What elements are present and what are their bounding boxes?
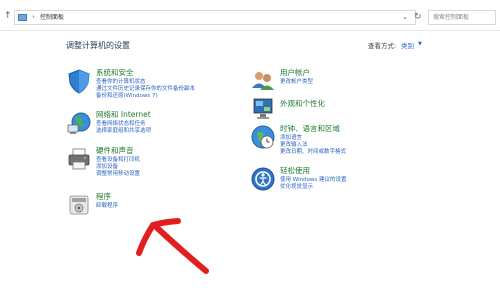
users-icon[interactable] bbox=[250, 68, 276, 94]
category-link[interactable]: 更改帐户类型 bbox=[280, 79, 313, 86]
category-title[interactable]: 系统和安全 bbox=[96, 68, 134, 77]
network-icon[interactable] bbox=[66, 110, 92, 136]
shield-icon[interactable] bbox=[66, 68, 92, 94]
breadcrumb-separator: › bbox=[32, 13, 35, 21]
category-title[interactable]: 网络和 Internet bbox=[96, 110, 151, 119]
category-title[interactable]: 时钟、语言和区域 bbox=[280, 124, 340, 133]
programs-icon[interactable] bbox=[66, 192, 92, 218]
category-link[interactable]: 更改日期、时间或数字格式 bbox=[280, 149, 346, 156]
category-link[interactable]: 优化视觉显示 bbox=[280, 184, 313, 191]
search-placeholder: 搜索控制面板 bbox=[433, 14, 470, 21]
category-title[interactable]: 外观和个性化 bbox=[280, 99, 325, 108]
view-by-label: 查看方式: bbox=[368, 42, 397, 50]
search-input[interactable]: 搜索控制面板 bbox=[428, 10, 496, 25]
category-link[interactable]: 查看你的计算机状态 bbox=[96, 79, 146, 86]
category-link[interactable]: 通过文件历史记录保存你的文件备份副本 bbox=[96, 86, 195, 93]
control-panel-icon bbox=[18, 14, 27, 21]
category-link[interactable]: 备份和还原(Windows 7) bbox=[96, 93, 158, 100]
category-link[interactable]: 调整常用移动设置 bbox=[96, 171, 140, 178]
view-by-dropdown[interactable]: 类别 bbox=[401, 40, 414, 50]
address-box[interactable]: › 控制面板 bbox=[14, 10, 416, 25]
category-title[interactable]: 硬件和声音 bbox=[96, 146, 134, 155]
category-title[interactable]: 用户帐户 bbox=[280, 68, 310, 77]
address-bar: ↑ › 控制面板 ⌄ ↻ 搜索控制面板 bbox=[0, 0, 500, 31]
category-link[interactable]: 更改输入法 bbox=[280, 142, 308, 149]
refresh-icon[interactable]: ↻ bbox=[414, 12, 422, 22]
category-title[interactable]: 轻松使用 bbox=[280, 166, 310, 175]
category-link[interactable]: 卸载程序 bbox=[96, 203, 118, 210]
ease-of-access-icon[interactable] bbox=[250, 166, 276, 192]
display-icon[interactable] bbox=[250, 96, 276, 122]
printer-icon[interactable] bbox=[66, 146, 92, 172]
red-arrow-annotation bbox=[136, 218, 209, 274]
category-link[interactable]: 选择家庭组和共享选项 bbox=[96, 128, 151, 135]
chevron-down-icon[interactable]: ⌄ bbox=[402, 13, 408, 21]
category-link[interactable]: 添加语言 bbox=[280, 135, 302, 142]
clock-globe-icon[interactable] bbox=[250, 124, 276, 150]
category-link[interactable]: 添加设备 bbox=[96, 164, 118, 171]
category-link[interactable]: 查看网络状态和任务 bbox=[96, 121, 146, 128]
view-by-caret-icon[interactable]: ▼ bbox=[418, 41, 422, 47]
up-arrow-icon[interactable]: ↑ bbox=[4, 12, 12, 21]
page-title: 调整计算机的设置 bbox=[66, 41, 130, 50]
category-link[interactable]: 使用 Windows 建议的设置 bbox=[280, 177, 347, 184]
control-panel-window: ↑ › 控制面板 ⌄ ↻ 搜索控制面板 调整计算机的设置 查看方式: 类别 ▼ … bbox=[0, 0, 500, 300]
category-link[interactable]: 查看设备和打印机 bbox=[96, 157, 140, 164]
breadcrumb[interactable]: 控制面板 bbox=[40, 12, 64, 23]
category-title[interactable]: 程序 bbox=[96, 192, 111, 201]
